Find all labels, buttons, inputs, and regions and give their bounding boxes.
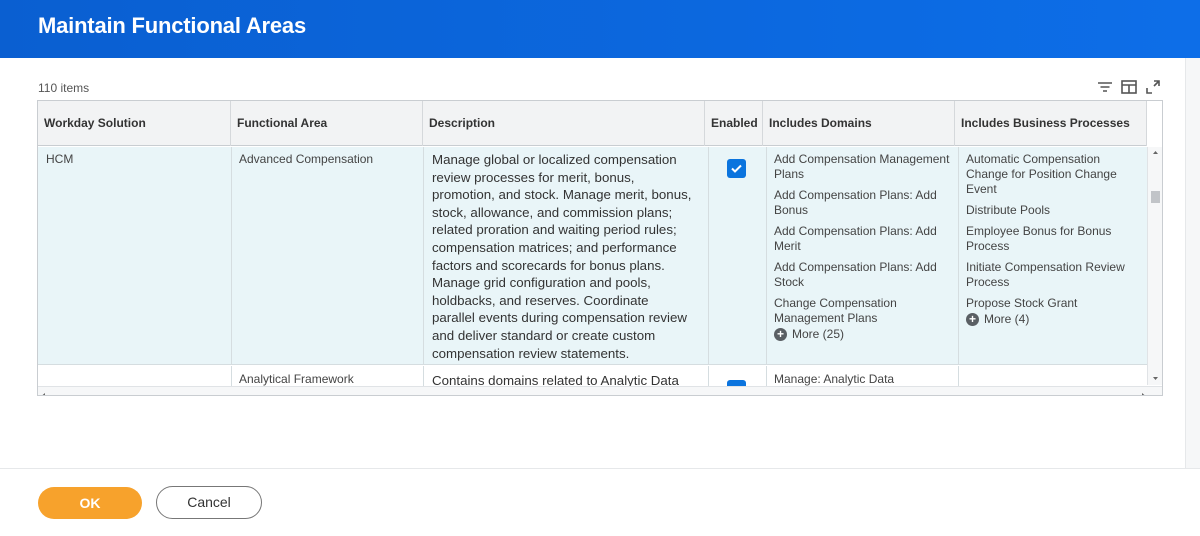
column-header-includes-domains[interactable]: Includes Domains — [763, 101, 955, 146]
cancel-button[interactable]: Cancel — [156, 486, 262, 519]
table-row[interactable]: Analytical Framework Contains domains re… — [38, 366, 1147, 386]
column-divider — [423, 147, 424, 365]
grid-toolbar — [1096, 78, 1162, 96]
column-divider — [766, 147, 767, 365]
column-layout-icon[interactable] — [1120, 78, 1138, 96]
enabled-checkbox[interactable] — [727, 159, 746, 178]
cell-description: Contains domains related to Analytic Dat… — [432, 373, 679, 386]
domain-link[interactable]: Add Compensation Management Plans — [774, 152, 950, 182]
cell-includes-domains: Add Compensation Management Plans Add Co… — [774, 152, 950, 342]
cell-functional-area[interactable]: Analytical Framework — [239, 372, 354, 386]
plus-circle-icon: + — [774, 328, 787, 341]
column-header-includes-business-processes[interactable]: Includes Business Processes — [955, 101, 1147, 146]
cell-functional-area[interactable]: Advanced Compensation — [239, 152, 373, 167]
column-divider — [708, 147, 709, 365]
scroll-up-arrow-icon — [1153, 151, 1158, 154]
functional-areas-grid: Workday Solution Functional Area Descrip… — [37, 100, 1163, 396]
business-process-link[interactable]: Distribute Pools — [966, 203, 1142, 218]
page-title: Maintain Functional Areas — [38, 13, 307, 38]
business-process-link[interactable]: Propose Stock Grant — [966, 296, 1142, 311]
domain-link[interactable]: Change Compensation Management Plans — [774, 296, 950, 326]
table-row[interactable]: HCM Advanced Compensation Manage global … — [38, 147, 1147, 365]
column-divider — [958, 147, 959, 365]
business-processes-more-link[interactable]: + More (4) — [966, 312, 1142, 327]
cell-includes-business-processes: Automatic Compensation Change for Positi… — [966, 152, 1142, 327]
column-header-description[interactable]: Description — [423, 101, 705, 146]
business-process-link[interactable]: Employee Bonus for Bonus Process — [966, 224, 1142, 254]
column-divider — [423, 366, 424, 386]
page-header: Maintain Functional Areas — [0, 0, 1200, 58]
column-divider — [766, 366, 767, 386]
business-process-link[interactable]: Automatic Compensation Change for Positi… — [966, 152, 1142, 197]
ok-button[interactable]: OK — [38, 487, 142, 519]
item-count: 110 items — [38, 81, 90, 95]
scroll-down-arrow-icon — [1153, 377, 1158, 380]
vertical-scrollbar[interactable] — [1147, 147, 1162, 385]
domain-link[interactable]: Add Compensation Plans: Add Bonus — [774, 188, 950, 218]
column-header-functional-area[interactable]: Functional Area — [231, 101, 423, 146]
cell-description: Manage global or localized compensation … — [432, 152, 692, 361]
column-header-enabled[interactable]: Enabled — [705, 101, 763, 146]
business-process-link[interactable]: Initiate Compensation Review Process — [966, 260, 1142, 290]
column-divider — [708, 366, 709, 386]
checkmark-icon — [731, 164, 742, 173]
expand-icon[interactable] — [1144, 78, 1162, 96]
plus-circle-icon: + — [966, 313, 979, 326]
domains-more-label: More (25) — [792, 327, 845, 341]
cell-workday-solution: HCM — [46, 152, 74, 166]
domain-link[interactable]: Manage: Analytic Data — [774, 372, 950, 386]
domains-more-link[interactable]: + More (25) — [774, 327, 950, 342]
column-divider — [231, 147, 232, 365]
column-divider — [958, 366, 959, 386]
horizontal-scrollbar[interactable] — [38, 386, 1162, 395]
grid-header: Workday Solution Functional Area Descrip… — [38, 101, 1147, 146]
page-scrollbar[interactable] — [1185, 58, 1200, 468]
scrollbar-thumb — [1151, 191, 1160, 203]
scroll-right-arrow-icon — [1142, 393, 1145, 395]
filter-icon[interactable] — [1096, 78, 1114, 96]
domain-link[interactable]: Add Compensation Plans: Add Stock — [774, 260, 950, 290]
column-divider — [231, 366, 232, 386]
domain-link[interactable]: Add Compensation Plans: Add Merit — [774, 224, 950, 254]
column-header-workday-solution[interactable]: Workday Solution — [38, 101, 231, 146]
business-processes-more-label: More (4) — [984, 312, 1030, 326]
scroll-left-arrow-icon — [42, 393, 45, 395]
